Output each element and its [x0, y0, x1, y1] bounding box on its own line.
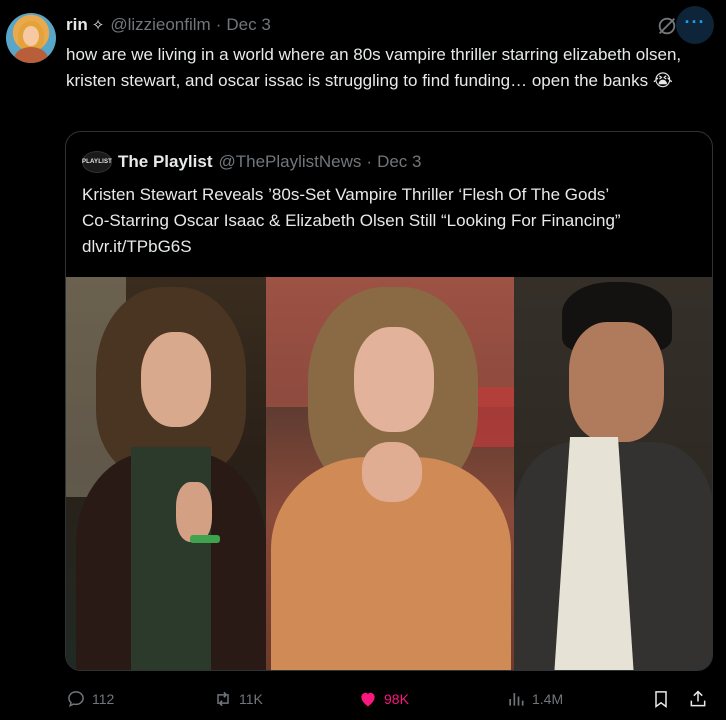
- views-button[interactable]: 1.4M: [506, 684, 563, 714]
- share-button[interactable]: [688, 684, 714, 714]
- like-button[interactable]: 98K: [358, 684, 409, 714]
- image-panel-center: [266, 277, 514, 670]
- like-icon: [361, 692, 375, 707]
- quoted-text: Kristen Stewart Reveals ’80s-Set Vampire…: [82, 182, 702, 260]
- tweet-text: how are we living in a world where an 80…: [66, 45, 682, 90]
- repost-icon: [217, 691, 229, 707]
- bookmark-icon: [655, 691, 667, 708]
- like-count: 98K: [384, 691, 409, 707]
- image-panel-right: [514, 277, 712, 670]
- author-badge: ✧: [91, 17, 105, 34]
- author-handle[interactable]: @lizzieonfilm: [110, 15, 210, 35]
- quoted-text-line-1: Kristen Stewart Reveals ’80s-Set Vampire…: [82, 185, 610, 204]
- quoted-date[interactable]: Dec 3: [377, 152, 421, 172]
- reply-count: 112: [92, 691, 115, 707]
- quoted-logo-text: PLAYLIST: [81, 159, 113, 165]
- grok-icon[interactable]: [656, 15, 678, 37]
- action-bar: 112 11K 98K 1.4M: [0, 684, 726, 714]
- tweet-date[interactable]: Dec 3: [226, 15, 270, 35]
- more-icon: ···: [684, 12, 706, 32]
- views-icon: [509, 693, 524, 706]
- avatar[interactable]: [6, 13, 56, 63]
- quoted-avatar[interactable]: PLAYLIST: [82, 151, 112, 173]
- quoted-header: PLAYLIST The Playlist @ThePlaylistNews ·…: [82, 150, 421, 174]
- quoted-image[interactable]: [66, 277, 712, 670]
- image-panel-left: [66, 277, 266, 670]
- bookmark-button[interactable]: [651, 684, 677, 714]
- quoted-text-line-2: Co-Starring Oscar Isaac & Elizabeth Olse…: [82, 211, 621, 230]
- reply-button[interactable]: 112: [66, 684, 114, 714]
- reply-icon: [68, 691, 84, 708]
- tweet-header: rin ✧ @lizzieonfilm · Dec 3: [66, 14, 271, 36]
- quoted-author-name[interactable]: The Playlist: [118, 152, 212, 172]
- repost-count: 11K: [239, 691, 263, 707]
- tweet[interactable]: rin ✧ @lizzieonfilm · Dec 3 ··· how are …: [0, 0, 726, 720]
- author-name[interactable]: rin: [66, 15, 88, 35]
- quoted-author-handle[interactable]: @ThePlaylistNews: [218, 152, 361, 172]
- share-icon: [690, 690, 706, 707]
- quoted-tweet[interactable]: PLAYLIST The Playlist @ThePlaylistNews ·…: [65, 131, 713, 671]
- quoted-separator: ·: [366, 152, 373, 171]
- views-count: 1.4M: [532, 691, 564, 707]
- more-button[interactable]: ···: [676, 6, 714, 44]
- separator: ·: [215, 15, 222, 34]
- repost-button[interactable]: 11K: [213, 684, 263, 714]
- quoted-link[interactable]: dlvr.it/TPbG6S: [82, 234, 702, 260]
